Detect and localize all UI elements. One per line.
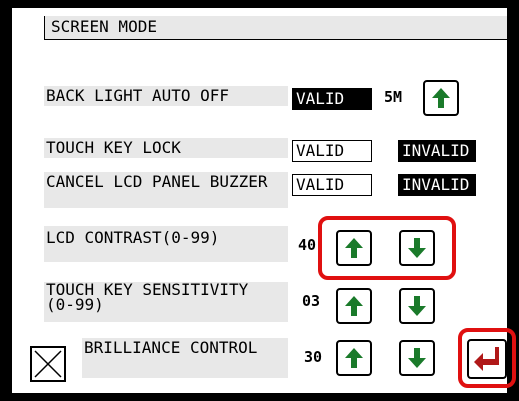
page-title-text: SCREEN MODE xyxy=(51,17,157,36)
arrow-up-icon xyxy=(345,296,363,316)
cancel-buzzer-valid-button[interactable]: VALID xyxy=(292,174,372,196)
enter-icon xyxy=(474,347,499,371)
arrow-up-icon xyxy=(345,238,363,258)
arrow-up-icon xyxy=(345,348,363,368)
close-icon xyxy=(34,350,62,378)
sensitivity-label-line2: (0-99) xyxy=(46,295,104,314)
back-light-label: BACK LIGHT AUTO OFF xyxy=(46,86,230,105)
touch-key-lock-label: TOUCH KEY LOCK xyxy=(46,138,181,157)
lcd-contrast-up-button[interactable] xyxy=(336,230,372,266)
back-light-time-value: 5M xyxy=(384,88,403,106)
sensitivity-value: 03 xyxy=(302,292,321,310)
touch-key-lock-invalid-button[interactable]: INVALID xyxy=(398,140,476,162)
brilliance-down-button[interactable] xyxy=(399,340,435,376)
cancel-buzzer-invalid-button[interactable]: INVALID xyxy=(398,174,476,196)
arrow-down-icon xyxy=(408,348,426,368)
cancel-buzzer-label: CANCEL LCD PANEL BUZZER xyxy=(46,172,268,191)
page-title: SCREEN MODE xyxy=(44,16,508,40)
back-light-valid-button[interactable]: VALID xyxy=(292,88,372,110)
cancel-button[interactable] xyxy=(30,346,66,382)
arrow-up-icon xyxy=(432,88,450,108)
brilliance-up-button[interactable] xyxy=(336,340,372,376)
sensitivity-down-button[interactable] xyxy=(399,288,435,324)
arrow-down-icon xyxy=(408,238,426,258)
brilliance-label: BRILLIANCE CONTROL xyxy=(84,338,258,357)
touch-key-lock-valid-button[interactable]: VALID xyxy=(292,140,372,162)
sensitivity-label: TOUCH KEY SENSITIVITY (0-99) xyxy=(46,282,248,314)
lcd-contrast-down-button[interactable] xyxy=(399,230,435,266)
lcd-contrast-label: LCD CONTRAST(0-99) xyxy=(46,228,220,247)
back-light-up-button[interactable] xyxy=(423,80,459,116)
lcd-contrast-value: 40 xyxy=(298,236,316,254)
brilliance-value: 30 xyxy=(304,348,323,366)
sensitivity-up-button[interactable] xyxy=(336,288,372,324)
arrow-down-icon xyxy=(408,296,426,316)
enter-button[interactable] xyxy=(467,339,507,379)
